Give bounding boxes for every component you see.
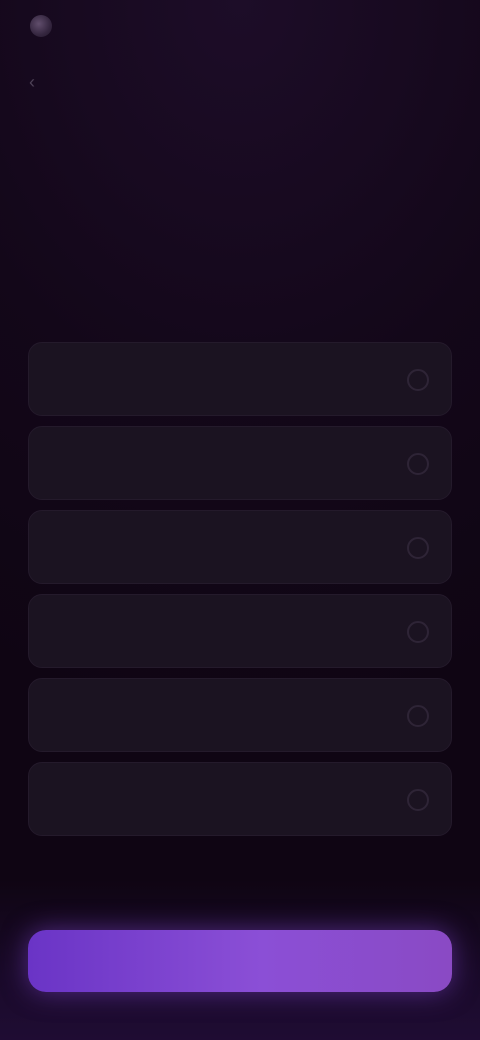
option-5[interactable] [28,678,452,752]
options-list [28,342,452,836]
header: ‹ [0,58,480,106]
radio-unselected-icon[interactable] [407,705,429,727]
onboarding-screen: ‹ [0,0,480,1040]
back-button[interactable]: ‹ [20,70,44,94]
option-3[interactable] [28,510,452,584]
radio-unselected-icon[interactable] [407,369,429,391]
radio-unselected-icon[interactable] [407,621,429,643]
radio-unselected-icon[interactable] [407,453,429,475]
brand [30,12,52,40]
logo-mark-icon [30,15,52,37]
option-4[interactable] [28,594,452,668]
radio-unselected-icon[interactable] [407,537,429,559]
radio-unselected-icon[interactable] [407,789,429,811]
option-6[interactable] [28,762,452,836]
option-1[interactable] [28,342,452,416]
continue-button[interactable] [28,930,452,992]
option-2[interactable] [28,426,452,500]
